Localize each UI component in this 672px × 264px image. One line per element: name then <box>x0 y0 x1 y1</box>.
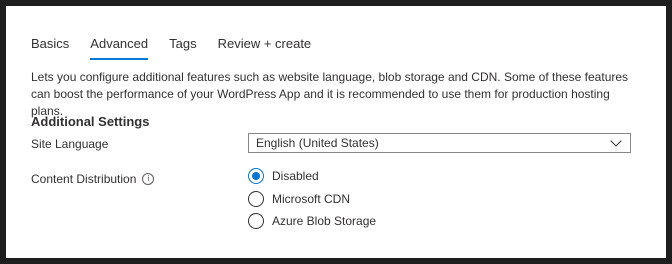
radio-azure-blob-storage-label: Azure Blob Storage <box>272 214 377 228</box>
info-icon[interactable]: i <box>142 173 155 185</box>
site-language-value: English (United States) <box>256 136 379 150</box>
advanced-tab-panel: Basics Advanced Tags Review + create Let… <box>6 6 666 258</box>
tab-review-create[interactable]: Review + create <box>218 36 312 62</box>
radio-azure-blob-storage[interactable]: Azure Blob Storage <box>248 210 376 232</box>
chevron-down-icon <box>610 135 622 147</box>
tab-bar: Basics Advanced Tags Review + create <box>31 36 332 66</box>
content-distribution-label: Content Distribution i <box>31 172 155 186</box>
radio-disabled-label: Disabled <box>272 169 319 183</box>
section-title: Additional Settings <box>31 114 150 129</box>
page-description: Lets you configure additional features s… <box>31 70 629 118</box>
radio-disabled[interactable]: Disabled <box>248 165 376 187</box>
site-language-dropdown[interactable]: English (United States) <box>248 133 631 153</box>
radio-microsoft-cdn-circle[interactable] <box>248 190 264 207</box>
content-distribution-label-text: Content Distribution <box>31 172 137 186</box>
radio-azure-blob-storage-circle[interactable] <box>248 213 264 229</box>
tab-advanced[interactable]: Advanced <box>90 36 148 62</box>
tab-basics[interactable]: Basics <box>31 36 69 62</box>
radio-microsoft-cdn[interactable]: Microsoft CDN <box>248 188 376 210</box>
radio-microsoft-cdn-label: Microsoft CDN <box>272 191 351 206</box>
site-language-label: Site Language <box>31 137 109 151</box>
radio-disabled-circle[interactable] <box>248 168 264 184</box>
tab-tags[interactable]: Tags <box>169 36 196 62</box>
content-distribution-radio-group: Disabled Microsoft CDN Azure Blob Storag… <box>248 165 376 233</box>
